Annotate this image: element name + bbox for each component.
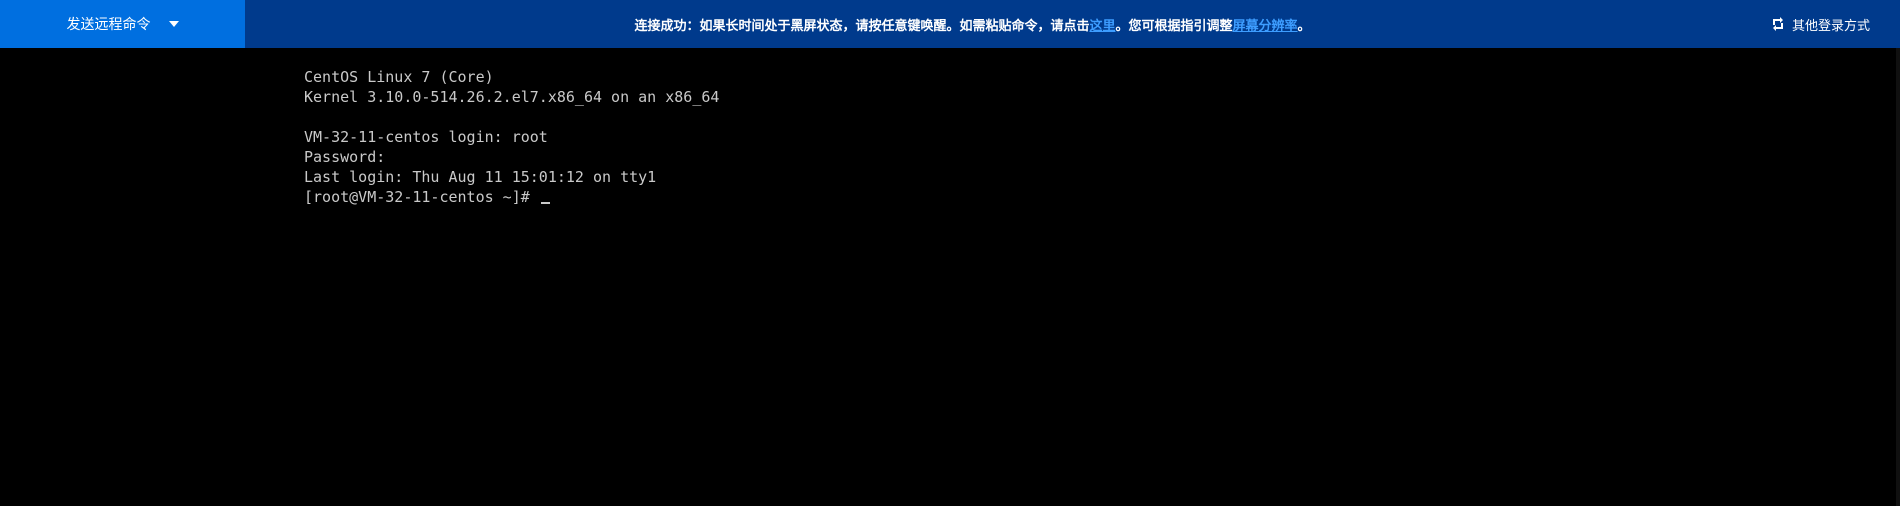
console-line: Last login: Thu Aug 11 15:01:12 on tty1 [304,168,657,186]
other-login-methods-label: 其他登录方式 [1791,18,1870,34]
top-toolbar: 发送远程命令 连接成功：如果长时间处于黑屏状态，请按任意键唤醒。如需粘贴命令，请… [0,0,1900,48]
other-login-methods-button[interactable]: 其他登录方式 [1770,0,1870,48]
notice-text-2: 。您可根据指引调整 [1115,18,1233,34]
screen-resolution-link[interactable]: 屏幕分辨率 [1233,15,1298,34]
connection-notice: 连接成功：如果长时间处于黑屏状态，请按任意键唤醒。如需粘贴命令，请点击 这里 。… [245,0,1700,48]
console-output: CentOS Linux 7 (Core) Kernel 3.10.0-514.… [304,67,719,207]
paste-command-link[interactable]: 这里 [1089,15,1115,34]
console-line: CentOS Linux 7 (Core) [304,68,494,86]
terminal-scrollbar[interactable] [1896,48,1900,506]
console-line: Kernel 3.10.0-514.26.2.el7.x86_64 on an … [304,88,720,106]
switch-icon [1770,16,1786,32]
shell-prompt: [root@VM-32-11-centos ~]# [304,188,539,206]
send-remote-command-label: 发送远程命令 [66,17,151,33]
caret-down-icon [168,21,179,27]
notice-text-1: 连接成功：如果长时间处于黑屏状态，请按任意键唤醒。如需粘贴命令，请点击 [634,18,1090,34]
terminal-cursor [540,202,550,204]
console-line: VM-32-11-centos login: root [304,128,548,146]
terminal-screen[interactable]: CentOS Linux 7 (Core) Kernel 3.10.0-514.… [0,48,1900,506]
notice-text-3: 。 [1297,18,1311,34]
console-line: Password: [304,148,386,166]
send-remote-command-button[interactable]: 发送远程命令 [0,0,245,48]
